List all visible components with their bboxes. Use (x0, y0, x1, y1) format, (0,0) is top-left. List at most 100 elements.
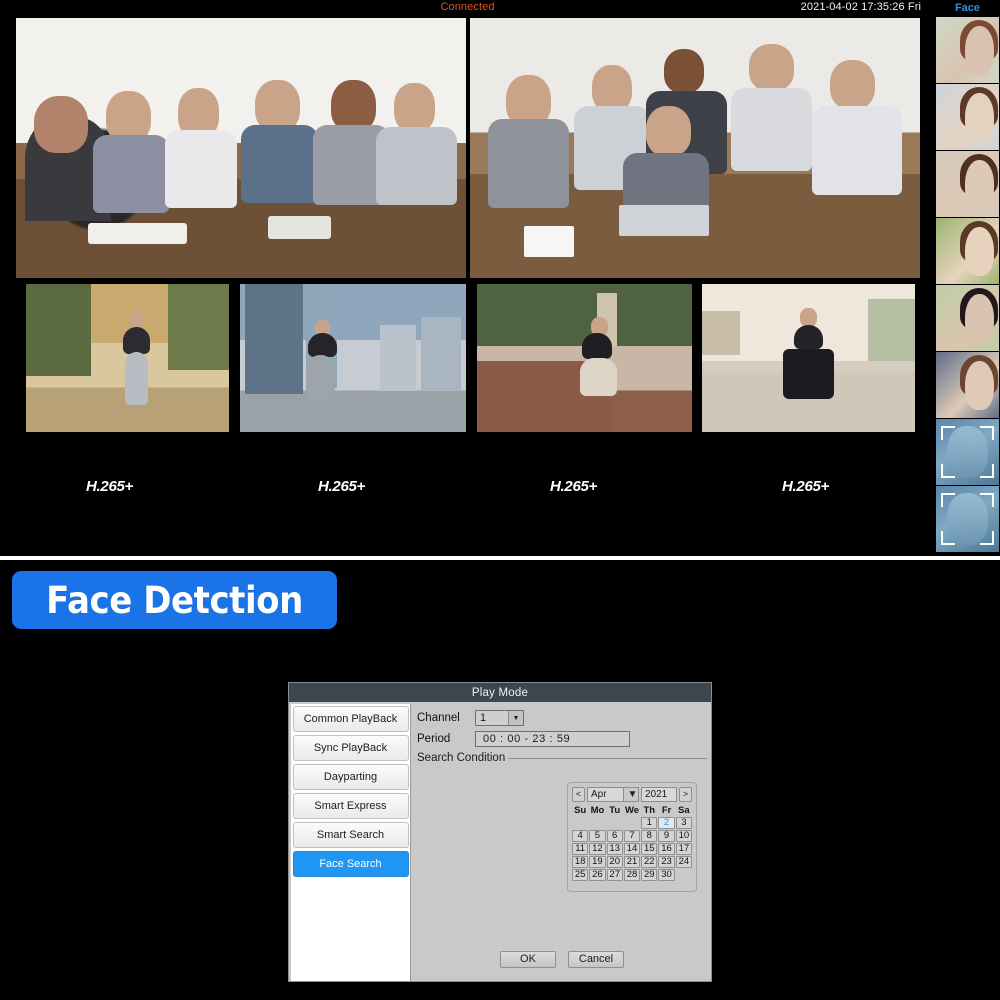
calendar-dow-label: Fr (658, 805, 674, 816)
calendar-empty-cell (572, 817, 588, 829)
dialog-action-buttons: OK Cancel (417, 951, 707, 968)
face-panel-title: Face (935, 0, 1000, 16)
playback-mode-button[interactable]: Face Search (293, 851, 409, 877)
video-feed-image (702, 284, 915, 432)
calendar-day-cell[interactable]: 3 (676, 817, 692, 829)
face-capture-panel: Face (935, 0, 1000, 556)
dialog-body: Common PlayBack Sync PlayBack Dayparting Sm… (289, 702, 711, 982)
calendar-dow-label: Mo (589, 805, 605, 816)
calendar-day-cell[interactable]: 6 (607, 830, 623, 842)
video-tile-channel-3[interactable] (26, 284, 229, 432)
calendar-dow-label: Tu (607, 805, 623, 816)
face-detection-banner: Face Detction (12, 571, 337, 629)
calendar-day-cell[interactable]: 9 (658, 830, 674, 842)
video-feed-image (240, 284, 466, 432)
calendar-dow-label: Su (572, 805, 588, 816)
calendar-day-cell[interactable]: 28 (624, 869, 640, 881)
codec-label-4: H.265+ (782, 478, 829, 495)
nvr-application-window: Connected 2021-04-02 17:35:26 Fri (0, 0, 1000, 1000)
calendar-day-cell[interactable]: 12 (589, 843, 605, 855)
dialog-calendar: < Apr ▼ 2021 > SuMoTuWeThFrSa12345678910… (567, 782, 697, 892)
channel-select[interactable]: 1 ▼ (475, 710, 524, 726)
calendar-day-cell[interactable]: 1 (641, 817, 657, 829)
calendar-day-cell[interactable]: 18 (572, 856, 588, 868)
period-input[interactable]: 00 : 00 - 23 : 59 (475, 731, 630, 747)
face-thumbnail[interactable] (936, 352, 999, 418)
video-tile-grid (0, 16, 935, 556)
ok-button[interactable]: OK (500, 951, 556, 968)
calendar-day-cell[interactable]: 4 (572, 830, 588, 842)
chevron-down-icon[interactable]: ▼ (623, 788, 638, 801)
calendar-day-cell[interactable]: 27 (607, 869, 623, 881)
face-thumbnail[interactable] (936, 17, 999, 83)
playback-mode-button[interactable]: Common PlayBack (293, 706, 409, 732)
video-tile-channel-1[interactable] (16, 18, 466, 278)
codec-label-1: H.265+ (86, 478, 133, 495)
calendar-year-input[interactable]: 2021 (641, 787, 677, 802)
face-thumbnail[interactable] (936, 218, 999, 284)
video-tile-channel-2[interactable] (470, 18, 920, 278)
codec-label-3: H.265+ (550, 478, 597, 495)
channel-selected-value: 1 (476, 712, 506, 724)
calendar-day-cell[interactable]: 8 (641, 830, 657, 842)
channel-label: Channel (417, 712, 475, 724)
face-photo-image (936, 218, 999, 284)
face-thumbnail[interactable] (936, 151, 999, 217)
playback-mode-button[interactable]: Smart Express (293, 793, 409, 819)
connection-status-text: Connected (0, 1, 935, 13)
video-feed-image (26, 284, 229, 432)
calendar-day-cell[interactable]: 24 (676, 856, 692, 868)
calendar-day-cell[interactable]: 15 (641, 843, 657, 855)
calendar-day-cell[interactable]: 26 (589, 869, 605, 881)
face-thumbnail-list (935, 17, 1000, 552)
calendar-day-cell[interactable]: 2 (658, 817, 674, 829)
chevron-down-icon[interactable]: ▼ (508, 711, 523, 725)
calendar-day-cell[interactable]: 16 (658, 843, 674, 855)
calendar-day-cell[interactable]: 11 (572, 843, 588, 855)
search-condition-label: Search Condition (417, 752, 505, 764)
video-tile-channel-5[interactable] (477, 284, 692, 432)
video-feed-image (477, 284, 692, 432)
calendar-dow-label: We (624, 805, 640, 816)
calendar-next-button[interactable]: > (679, 787, 692, 802)
face-thumbnail[interactable] (936, 486, 999, 552)
calendar-day-cell[interactable]: 23 (658, 856, 674, 868)
calendar-day-grid: SuMoTuWeThFrSa12345678910111213141516171… (572, 805, 692, 881)
calendar-day-cell[interactable]: 14 (624, 843, 640, 855)
search-form: Channel 1 ▼ Period 00 : 00 - 23 : 59 Sea… (417, 710, 707, 764)
playback-mode-button[interactable]: Dayparting (293, 764, 409, 790)
video-tile-channel-4[interactable] (240, 284, 466, 432)
video-tile-channel-6[interactable] (702, 284, 915, 432)
face-photo-image (936, 17, 999, 83)
face-photo-image (936, 352, 999, 418)
live-view-section: Connected 2021-04-02 17:35:26 Fri (0, 0, 1000, 556)
video-feed-image (16, 18, 466, 278)
face-detection-banner-text: Face Detction (46, 579, 303, 622)
playback-section: Face Detction Play Mode Common PlayBackS… (0, 560, 1000, 1000)
calendar-dow-label: Th (641, 805, 657, 816)
calendar-day-cell[interactable]: 25 (572, 869, 588, 881)
calendar-day-cell[interactable]: 7 (624, 830, 640, 842)
codec-label-2: H.265+ (318, 478, 365, 495)
calendar-day-cell[interactable]: 29 (641, 869, 657, 881)
face-photo-image (936, 84, 999, 150)
calendar-day-cell[interactable]: 5 (589, 830, 605, 842)
calendar-day-cell[interactable]: 22 (641, 856, 657, 868)
calendar-day-cell[interactable]: 19 (589, 856, 605, 868)
calendar-prev-button[interactable]: < (572, 787, 585, 802)
face-thumbnail[interactable] (936, 419, 999, 485)
calendar-day-cell[interactable]: 30 (658, 869, 674, 881)
calendar-day-cell[interactable]: 20 (607, 856, 623, 868)
cancel-button[interactable]: Cancel (568, 951, 624, 968)
calendar-day-cell[interactable]: 13 (607, 843, 623, 855)
calendar-day-cell[interactable]: 17 (676, 843, 692, 855)
calendar-month-select[interactable]: Apr ▼ (587, 787, 639, 802)
playback-mode-button[interactable]: Smart Search (293, 822, 409, 848)
face-photo-image (936, 151, 999, 217)
status-bar: Connected 2021-04-02 17:35:26 Fri (0, 0, 935, 16)
face-thumbnail[interactable] (936, 84, 999, 150)
calendar-day-cell[interactable]: 10 (676, 830, 692, 842)
face-thumbnail[interactable] (936, 285, 999, 351)
playback-mode-button[interactable]: Sync PlayBack (293, 735, 409, 761)
calendar-day-cell[interactable]: 21 (624, 856, 640, 868)
